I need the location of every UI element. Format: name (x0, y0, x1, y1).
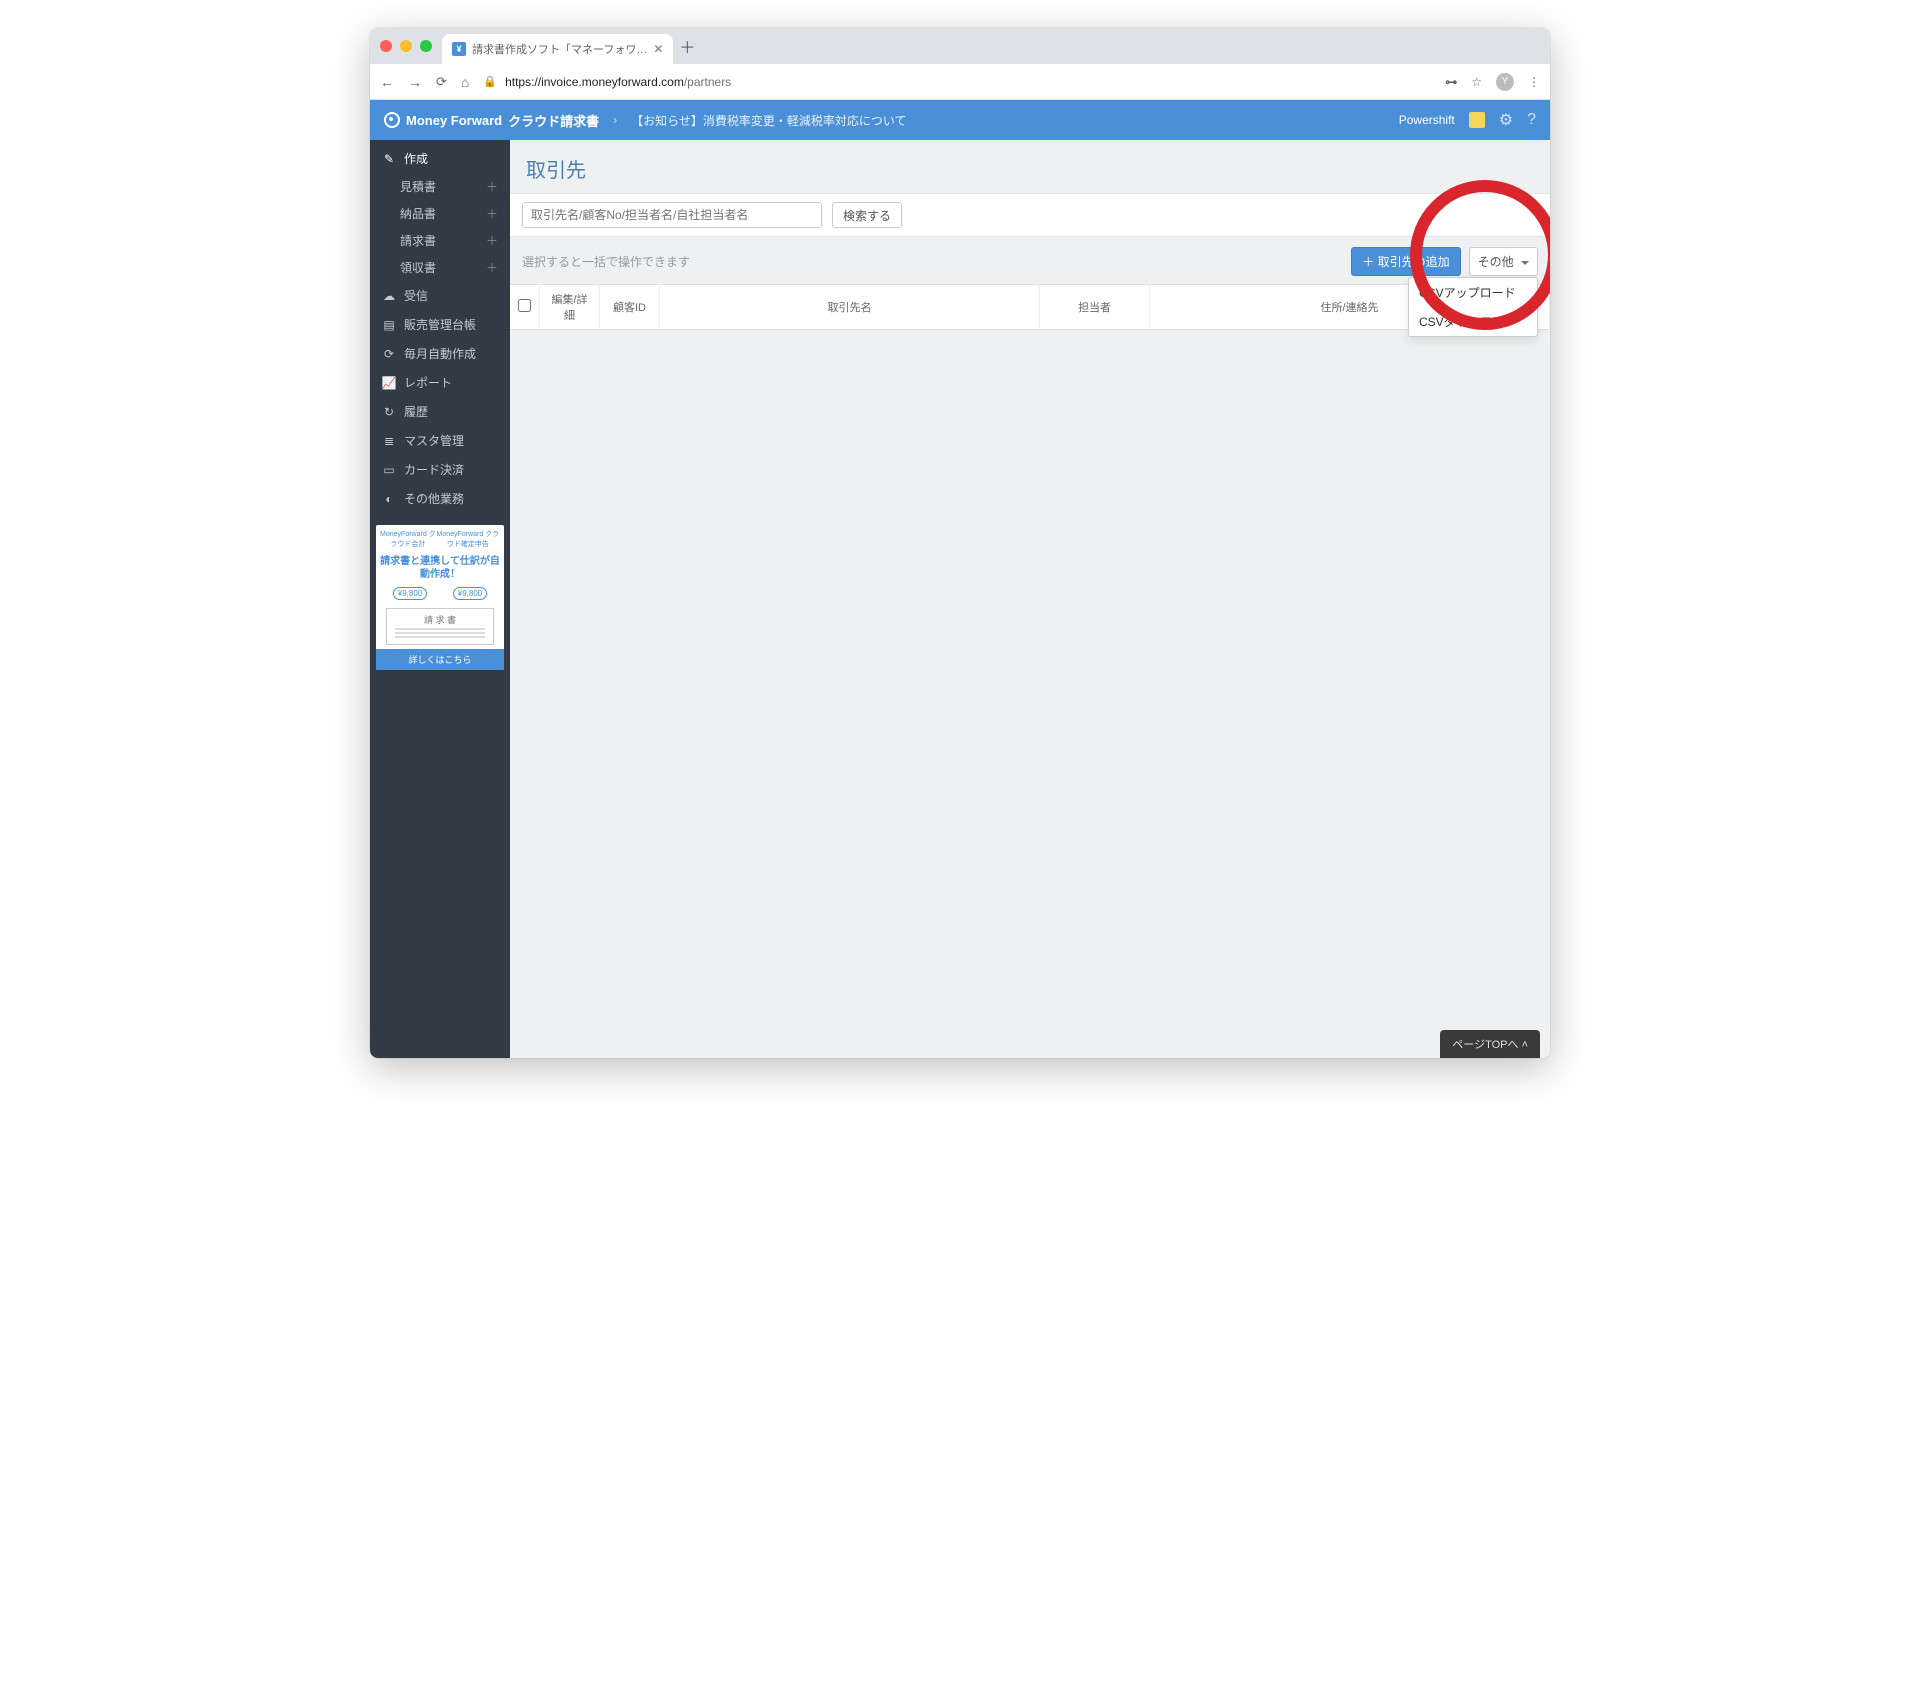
browser-menu-icon[interactable]: ⋮ (1528, 75, 1540, 89)
promo-cta[interactable]: 詳しくはこちら (376, 649, 504, 670)
col-edit: 編集/詳細 (540, 285, 600, 330)
csv-upload-item[interactable]: CSVアップロード (1409, 278, 1537, 307)
search-row: 検索する (510, 193, 1550, 237)
breadcrumb-chevron-icon: › (613, 113, 617, 127)
partner-search-input[interactable] (522, 202, 822, 228)
tab-close-icon[interactable]: ✕ (653, 42, 663, 56)
sidebar-sub-quote[interactable]: 見積書 ＋ (370, 173, 510, 200)
close-window-icon[interactable] (380, 40, 392, 52)
maximize-window-icon[interactable] (420, 40, 432, 52)
address-bar[interactable]: 🔒 https://invoice.moneyforward.com/partn… (483, 75, 1431, 89)
settings-gear-icon[interactable]: ⚙ (1499, 110, 1513, 130)
csv-download-item[interactable]: CSVダウンロード (1409, 307, 1537, 336)
list-icon: ≣ (382, 434, 396, 448)
bookmark-star-icon[interactable]: ☆ (1471, 75, 1482, 89)
main-content: 取引先 検索する 選択すると一括で操作できます ＋ 取引先の追加 その他 CSV… (510, 140, 1550, 1058)
minimize-window-icon[interactable] (400, 40, 412, 52)
sidebar-item-other-tasks[interactable]: ◐ その他業務 (370, 484, 510, 513)
app-header: Money Forward クラウド請求書 › 【お知らせ】消費税率変更・軽減税… (370, 100, 1550, 140)
chart-icon: 📈 (382, 376, 396, 390)
pencil-icon: ✎ (382, 152, 396, 166)
col-partner-name: 取引先名 (660, 285, 1040, 330)
plus-icon[interactable]: ＋ (486, 205, 498, 222)
plus-icon[interactable]: ＋ (486, 178, 498, 195)
favicon-icon: ¥ (452, 42, 466, 56)
guide-icon[interactable] (1469, 112, 1485, 128)
plus-icon[interactable]: ＋ (486, 259, 498, 276)
reload-button[interactable]: ⟳ (436, 74, 447, 90)
page-top-button[interactable]: ページTOPへ ˄ (1440, 1030, 1540, 1058)
history-icon: ↻ (382, 405, 396, 419)
mf-icon: ◐ (382, 492, 396, 506)
home-button[interactable]: ⌂ (461, 74, 469, 90)
bulk-hint-text: 選択すると一括で操作できます (522, 253, 690, 270)
tab-title: 請求書作成ソフト「マネーフォワ… (472, 41, 647, 57)
inbox-icon: ☁ (382, 289, 396, 303)
url-text: https://invoice.moneyforward.com/partner… (505, 75, 731, 89)
new-tab-button[interactable]: ＋ (673, 34, 701, 58)
sidebar-item-sales-ledger[interactable]: ▤ 販売管理台帳 (370, 310, 510, 339)
page-title: 取引先 (510, 140, 1550, 193)
header-notice-link[interactable]: 【お知らせ】消費税率変更・軽減税率対応について (631, 112, 906, 129)
sidebar-item-report[interactable]: 📈 レポート (370, 368, 510, 397)
partners-table: 編集/詳細 顧客ID 取引先名 担当者 住所/連絡先 (510, 284, 1550, 330)
search-button[interactable]: 検索する (832, 202, 902, 228)
sidebar-promo[interactable]: MoneyForward クラウド会計 MoneyForward クラウド確定申… (376, 525, 504, 670)
browser-toolbar: ← → ⟳ ⌂ 🔒 https://invoice.moneyforward.c… (370, 64, 1550, 100)
refresh-icon: ⟳ (382, 347, 396, 361)
col-person: 担当者 (1040, 285, 1150, 330)
promo-doc-thumbnail: 請 求 書 (386, 608, 494, 645)
sidebar-item-master[interactable]: ≣ マスタ管理 (370, 426, 510, 455)
sidebar-sub-delivery[interactable]: 納品書 ＋ (370, 200, 510, 227)
browser-tab[interactable]: ¥ 請求書作成ソフト「マネーフォワ… ✕ (442, 34, 673, 64)
forward-button[interactable]: → (408, 74, 422, 90)
sidebar-create[interactable]: ✎ 作成 (370, 144, 510, 173)
sidebar-item-card-payment[interactable]: ▭ カード決済 (370, 455, 510, 484)
sidebar: ✎ 作成 見積書 ＋ 納品書 ＋ 請求書 ＋ 領収書 ＋ ☁ 受信 (370, 140, 510, 1058)
other-actions-button[interactable]: その他 (1469, 247, 1538, 276)
other-actions-dropdown: CSVアップロード CSVダウンロード (1408, 277, 1538, 337)
sidebar-item-history[interactable]: ↻ 履歴 (370, 397, 510, 426)
book-icon: ▤ (382, 318, 396, 332)
brand-mark-icon (384, 112, 400, 128)
add-partner-button[interactable]: ＋ 取引先の追加 (1351, 247, 1460, 276)
user-name[interactable]: Powershift (1399, 113, 1455, 127)
profile-avatar[interactable]: Y (1496, 73, 1514, 91)
plus-icon[interactable]: ＋ (486, 232, 498, 249)
plus-icon: ＋ (1362, 255, 1374, 269)
sidebar-sub-invoice[interactable]: 請求書 ＋ (370, 227, 510, 254)
browser-tab-bar: ¥ 請求書作成ソフト「マネーフォワ… ✕ ＋ (370, 28, 1550, 64)
key-icon[interactable]: ⊶ (1445, 75, 1457, 89)
chevron-up-icon: ˄ (1522, 1039, 1528, 1051)
select-all-checkbox[interactable] (518, 299, 531, 312)
chevron-down-icon (1521, 261, 1529, 265)
toolbar-row: 選択すると一括で操作できます ＋ 取引先の追加 その他 CSVアップロード CS… (510, 237, 1550, 284)
card-icon: ▭ (382, 463, 396, 477)
back-button[interactable]: ← (380, 74, 394, 90)
window-controls (380, 40, 432, 52)
sidebar-item-auto-monthly[interactable]: ⟳ 毎月自動作成 (370, 339, 510, 368)
sidebar-sub-receipt[interactable]: 領収書 ＋ (370, 254, 510, 281)
lock-icon: 🔒 (483, 75, 497, 88)
col-customer-id: 顧客ID (600, 285, 660, 330)
sidebar-item-inbox[interactable]: ☁ 受信 (370, 281, 510, 310)
brand-logo[interactable]: Money Forward クラウド請求書 (384, 111, 599, 130)
help-icon[interactable]: ? (1527, 111, 1536, 129)
promo-title: 請求書と連携して仕訳が自動作成！ (376, 553, 504, 583)
